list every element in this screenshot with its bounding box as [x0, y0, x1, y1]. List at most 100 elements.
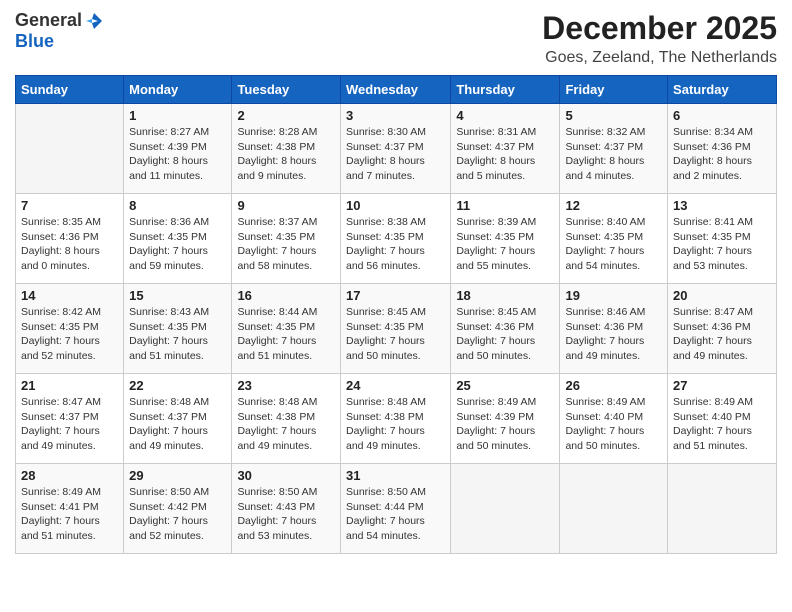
calendar-cell: 24Sunrise: 8:48 AMSunset: 4:38 PMDayligh…	[340, 374, 450, 464]
day-number: 13	[673, 198, 771, 213]
day-number: 3	[346, 108, 445, 123]
day-info: Sunrise: 8:49 AMSunset: 4:40 PMDaylight:…	[673, 395, 771, 454]
calendar-header-row: SundayMondayTuesdayWednesdayThursdayFrid…	[16, 76, 777, 104]
day-number: 30	[237, 468, 335, 483]
calendar-cell: 7 Sunrise: 8:35 AMSunset: 4:36 PMDaylight…	[16, 194, 124, 284]
day-info: Sunrise: 8:27 AMSunset: 4:39 PMDaylight:…	[129, 125, 226, 184]
calendar-cell: 6 Sunrise: 8:34 AMSunset: 4:36 PMDaylight…	[668, 104, 777, 194]
day-info: Sunrise: 8:40 AMSunset: 4:35 PMDaylight:…	[565, 215, 662, 274]
header: General Blue December 2025 Goes, Zeeland…	[15, 10, 777, 67]
day-number: 12	[565, 198, 662, 213]
day-info: Sunrise: 8:41 AMSunset: 4:35 PMDaylight:…	[673, 215, 771, 274]
day-number: 24	[346, 378, 445, 393]
logo-general-text: General	[15, 10, 82, 31]
day-number: 25	[456, 378, 554, 393]
logo: General Blue	[15, 10, 104, 52]
calendar-cell: 16 Sunrise: 8:44 AMSunset: 4:35 PMDayligh…	[232, 284, 341, 374]
day-info: Sunrise: 8:49 AMSunset: 4:41 PMDaylight:…	[21, 485, 118, 544]
day-of-week-header: Tuesday	[232, 76, 341, 104]
calendar-cell: 20Sunrise: 8:47 AMSunset: 4:36 PMDayligh…	[668, 284, 777, 374]
day-number: 21	[21, 378, 118, 393]
day-number: 6	[673, 108, 771, 123]
day-number: 1	[129, 108, 226, 123]
month-title: December 2025	[542, 10, 777, 47]
day-info: Sunrise: 8:28 AMSunset: 4:38 PMDaylight:…	[237, 125, 335, 184]
day-info: Sunrise: 8:49 AMSunset: 4:40 PMDaylight:…	[565, 395, 662, 454]
day-of-week-header: Saturday	[668, 76, 777, 104]
day-info: Sunrise: 8:31 AMSunset: 4:37 PMDaylight:…	[456, 125, 554, 184]
day-info: Sunrise: 8:46 AMSunset: 4:36 PMDaylight:…	[565, 305, 662, 364]
day-info: Sunrise: 8:44 AMSunset: 4:35 PMDaylight:…	[237, 305, 335, 364]
day-number: 16	[237, 288, 335, 303]
day-of-week-header: Friday	[560, 76, 668, 104]
day-info: Sunrise: 8:37 AMSunset: 4:35 PMDaylight:…	[237, 215, 335, 274]
calendar-week-row: 1 Sunrise: 8:27 AMSunset: 4:39 PMDaylight…	[16, 104, 777, 194]
calendar-cell: 19 Sunrise: 8:46 AMSunset: 4:36 PMDayligh…	[560, 284, 668, 374]
day-of-week-header: Thursday	[451, 76, 560, 104]
calendar-cell: 8 Sunrise: 8:36 AMSunset: 4:35 PMDaylight…	[124, 194, 232, 284]
day-number: 28	[21, 468, 118, 483]
day-info: Sunrise: 8:42 AMSunset: 4:35 PMDaylight:…	[21, 305, 118, 364]
day-info: Sunrise: 8:32 AMSunset: 4:37 PMDaylight:…	[565, 125, 662, 184]
calendar-cell: 15 Sunrise: 8:43 AMSunset: 4:35 PMDayligh…	[124, 284, 232, 374]
day-number: 22	[129, 378, 226, 393]
day-info: Sunrise: 8:48 AMSunset: 4:37 PMDaylight:…	[129, 395, 226, 454]
day-of-week-header: Monday	[124, 76, 232, 104]
calendar-cell: 5Sunrise: 8:32 AMSunset: 4:37 PMDaylight…	[560, 104, 668, 194]
day-number: 19	[565, 288, 662, 303]
calendar-week-row: 14 Sunrise: 8:42 AMSunset: 4:35 PMDayligh…	[16, 284, 777, 374]
calendar-cell	[16, 104, 124, 194]
calendar-cell: 1 Sunrise: 8:27 AMSunset: 4:39 PMDaylight…	[124, 104, 232, 194]
day-info: Sunrise: 8:36 AMSunset: 4:35 PMDaylight:…	[129, 215, 226, 274]
day-info: Sunrise: 8:47 AMSunset: 4:37 PMDaylight:…	[21, 395, 118, 454]
day-of-week-header: Sunday	[16, 76, 124, 104]
day-number: 9	[237, 198, 335, 213]
calendar-cell: 4 Sunrise: 8:31 AMSunset: 4:37 PMDaylight…	[451, 104, 560, 194]
day-number: 23	[237, 378, 335, 393]
day-number: 18	[456, 288, 554, 303]
calendar-cell: 28 Sunrise: 8:49 AMSunset: 4:41 PMDayligh…	[16, 464, 124, 554]
calendar-cell	[668, 464, 777, 554]
calendar-cell: 14 Sunrise: 8:42 AMSunset: 4:35 PMDayligh…	[16, 284, 124, 374]
day-number: 31	[346, 468, 445, 483]
calendar-cell: 30Sunrise: 8:50 AMSunset: 4:43 PMDayligh…	[232, 464, 341, 554]
day-number: 8	[129, 198, 226, 213]
calendar-cell: 31 Sunrise: 8:50 AMSunset: 4:44 PMDayligh…	[340, 464, 450, 554]
calendar-cell: 10Sunrise: 8:38 AMSunset: 4:35 PMDayligh…	[340, 194, 450, 284]
day-number: 29	[129, 468, 226, 483]
day-number: 2	[237, 108, 335, 123]
day-number: 27	[673, 378, 771, 393]
day-info: Sunrise: 8:43 AMSunset: 4:35 PMDaylight:…	[129, 305, 226, 364]
day-of-week-header: Wednesday	[340, 76, 450, 104]
logo-blue-text: Blue	[15, 31, 54, 52]
calendar-cell: 27 Sunrise: 8:49 AMSunset: 4:40 PMDayligh…	[668, 374, 777, 464]
calendar-cell: 17 Sunrise: 8:45 AMSunset: 4:35 PMDayligh…	[340, 284, 450, 374]
day-number: 15	[129, 288, 226, 303]
calendar-cell: 13 Sunrise: 8:41 AMSunset: 4:35 PMDayligh…	[668, 194, 777, 284]
calendar-cell	[451, 464, 560, 554]
day-info: Sunrise: 8:35 AMSunset: 4:36 PMDaylight:…	[21, 215, 118, 274]
day-info: Sunrise: 8:47 AMSunset: 4:36 PMDaylight:…	[673, 305, 771, 364]
day-number: 4	[456, 108, 554, 123]
day-number: 17	[346, 288, 445, 303]
day-number: 14	[21, 288, 118, 303]
day-info: Sunrise: 8:45 AMSunset: 4:35 PMDaylight:…	[346, 305, 445, 364]
day-info: Sunrise: 8:48 AMSunset: 4:38 PMDaylight:…	[237, 395, 335, 454]
calendar-cell: 21 Sunrise: 8:47 AMSunset: 4:37 PMDayligh…	[16, 374, 124, 464]
calendar-cell: 9 Sunrise: 8:37 AMSunset: 4:35 PMDaylight…	[232, 194, 341, 284]
day-info: Sunrise: 8:34 AMSunset: 4:36 PMDaylight:…	[673, 125, 771, 184]
day-number: 7	[21, 198, 118, 213]
day-number: 10	[346, 198, 445, 213]
calendar-week-row: 7 Sunrise: 8:35 AMSunset: 4:36 PMDaylight…	[16, 194, 777, 284]
day-number: 11	[456, 198, 554, 213]
calendar-cell: 2 Sunrise: 8:28 AMSunset: 4:38 PMDaylight…	[232, 104, 341, 194]
logo-icon	[84, 11, 104, 31]
day-info: Sunrise: 8:45 AMSunset: 4:36 PMDaylight:…	[456, 305, 554, 364]
day-info: Sunrise: 8:50 AMSunset: 4:44 PMDaylight:…	[346, 485, 445, 544]
day-info: Sunrise: 8:50 AMSunset: 4:42 PMDaylight:…	[129, 485, 226, 544]
calendar-cell: 23 Sunrise: 8:48 AMSunset: 4:38 PMDayligh…	[232, 374, 341, 464]
calendar-table: SundayMondayTuesdayWednesdayThursdayFrid…	[15, 75, 777, 554]
calendar-week-row: 21 Sunrise: 8:47 AMSunset: 4:37 PMDayligh…	[16, 374, 777, 464]
calendar-cell: 18 Sunrise: 8:45 AMSunset: 4:36 PMDayligh…	[451, 284, 560, 374]
day-info: Sunrise: 8:39 AMSunset: 4:35 PMDaylight:…	[456, 215, 554, 274]
